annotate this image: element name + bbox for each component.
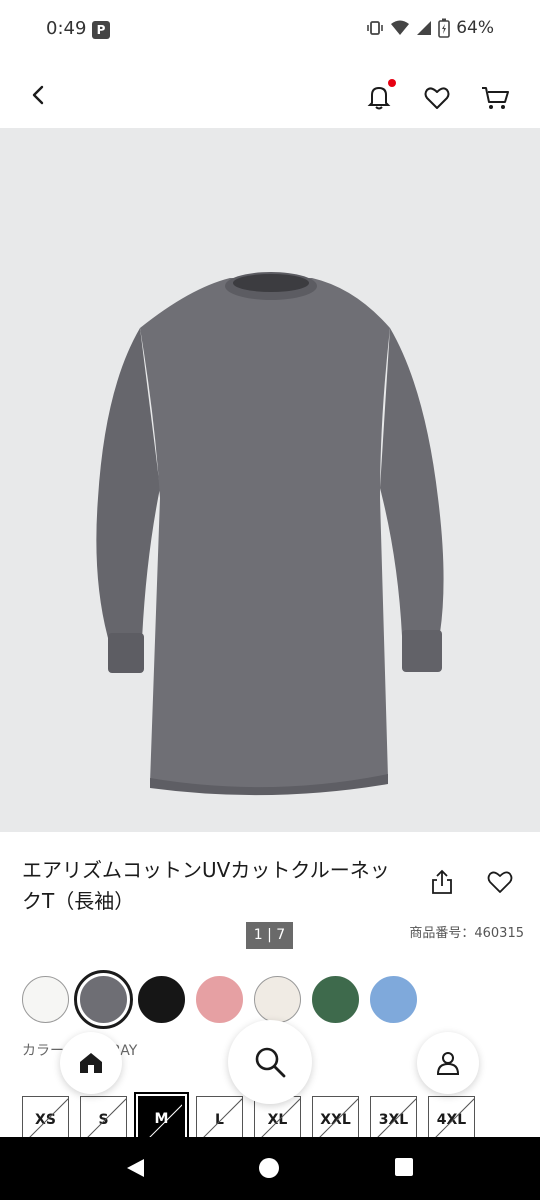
size-selector: XS S M L XL XXL 3XL 4XL [22,1092,475,1147]
wifi-icon [391,20,410,35]
color-swatch[interactable] [138,976,185,1023]
home-button[interactable] [60,1032,122,1094]
user-icon [436,1052,460,1075]
nav-back-icon[interactable] [124,1157,146,1179]
size-option[interactable]: S [80,1096,127,1143]
nav-recents-icon[interactable] [394,1157,414,1177]
share-icon[interactable] [428,868,456,896]
search-button[interactable] [228,1020,312,1104]
color-swatch[interactable] [254,976,301,1023]
vibrate-icon [367,21,384,35]
notification-button[interactable] [364,79,396,112]
status-icons: 64% [366,18,494,38]
color-swatch[interactable] [74,970,133,1029]
color-swatch[interactable] [312,976,359,1023]
product-title: エアリズムコットンUVカットクルーネックT（長袖） [22,858,390,913]
notification-dot [388,79,396,87]
color-swatch[interactable] [22,976,69,1023]
back-arrow-icon[interactable] [24,80,54,110]
size-option[interactable]: XXL [312,1096,359,1143]
size-option[interactable]: L [196,1096,243,1143]
size-option[interactable]: XS [22,1096,69,1143]
battery-icon [438,18,451,38]
system-nav-bar [0,1137,540,1200]
status-bar: 0:49 P 64% [0,0,540,60]
size-option[interactable]: M [134,1092,189,1147]
cart-icon[interactable] [480,84,510,112]
size-option[interactable]: 3XL [370,1096,417,1143]
color-swatch[interactable] [370,976,417,1023]
favorite-heart-icon[interactable] [486,868,514,896]
product-sku: 商品番号：460315 [409,926,524,941]
nav-home-icon[interactable] [258,1157,280,1179]
home-icon [80,1053,102,1073]
product-image-carousel[interactable]: 1 | 7 商品番号：460315 [0,128,540,949]
battery-percent: 64% [456,18,494,38]
product-photo [96,272,444,796]
pay-app-icon: P [92,21,110,39]
app-header [0,60,540,128]
color-swatch[interactable] [196,976,243,1023]
search-icon [255,1047,286,1078]
status-time: 0:49 [46,18,87,39]
image-pager: 1 | 7 [246,922,293,949]
account-button[interactable] [417,1032,479,1094]
wishlist-heart-icon[interactable] [423,84,451,112]
size-option[interactable]: 4XL [428,1096,475,1143]
signal-icon [417,21,432,35]
color-swatch-list [22,970,417,1029]
